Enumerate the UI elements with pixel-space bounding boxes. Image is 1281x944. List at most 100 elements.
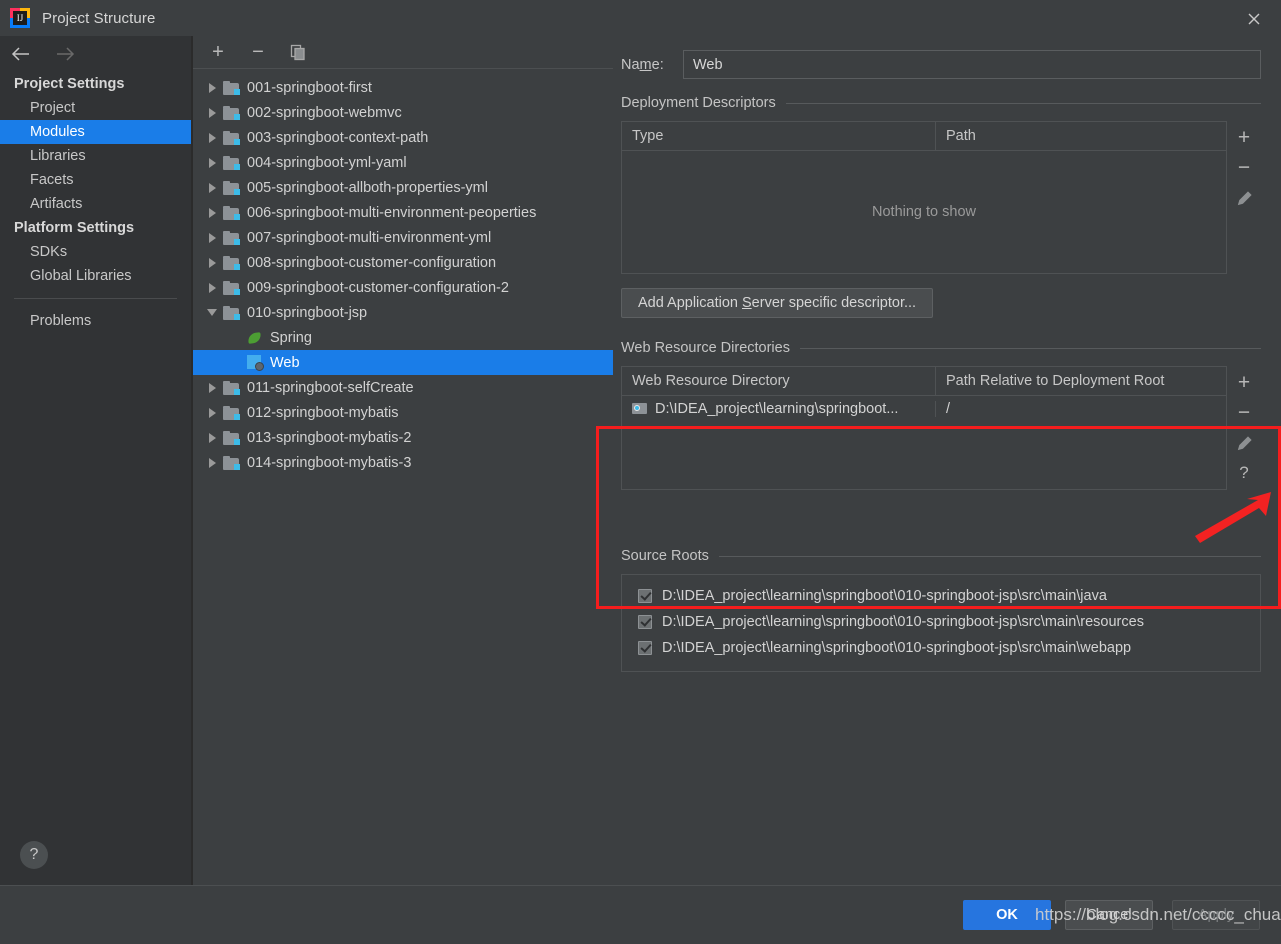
module-name-row: Name: (613, 36, 1281, 79)
deployment-remove-button[interactable]: − (1230, 153, 1258, 183)
help-button[interactable]: ? (20, 841, 48, 869)
web-resource-directory-cell[interactable]: D:\IDEA_project\learning\springboot... (622, 401, 935, 417)
deployment-descriptors-section: Deployment Descriptors Type Path Nothing… (613, 95, 1281, 318)
sidebar-item-artifacts[interactable]: Artifacts (0, 192, 191, 216)
source-root-checkbox[interactable] (638, 615, 652, 629)
web-resource-directories-table[interactable]: Web Resource Directory Path Relative to … (621, 366, 1227, 490)
chevron-right-icon[interactable] (201, 157, 223, 168)
sidebar-nav-arrows (0, 36, 191, 72)
source-root-checkbox[interactable] (638, 589, 652, 603)
tree-row-label: 003-springboot-context-path (247, 129, 429, 146)
module-folder-icon (223, 430, 240, 445)
tree-row-module[interactable]: 013-springboot-mybatis-2 (193, 425, 613, 450)
list-item[interactable]: D:\IDEA_project\learning\springboot\010-… (622, 609, 1260, 635)
web-resource-actions: + − ? (1227, 366, 1261, 490)
source-root-checkbox[interactable] (638, 641, 652, 655)
chevron-right-icon[interactable] (201, 257, 223, 268)
chevron-right-icon[interactable] (201, 132, 223, 143)
chevron-right-icon[interactable] (201, 232, 223, 243)
sidebar-item-sdks[interactable]: SDKs (0, 240, 191, 264)
settings-sidebar: Project Settings Project Modules Librari… (0, 36, 192, 885)
chevron-right-icon[interactable] (201, 107, 223, 118)
tree-row-module[interactable]: 011-springboot-selfCreate (193, 375, 613, 400)
copy-icon[interactable] (287, 41, 309, 63)
table-header-row: Type Path (622, 122, 1226, 151)
intellij-idea-icon: IJ (10, 8, 30, 28)
module-folder-icon (223, 80, 240, 95)
chevron-right-icon[interactable] (201, 382, 223, 393)
sidebar-item-facets[interactable]: Facets (0, 168, 191, 192)
web-resource-help-button[interactable]: ? (1230, 458, 1258, 488)
tree-row-module[interactable]: 009-springboot-customer-configuration-2 (193, 275, 613, 300)
chevron-right-icon[interactable] (201, 182, 223, 193)
folder-web-icon (632, 402, 648, 415)
tree-row-module[interactable]: 006-springboot-multi-environment-peopert… (193, 200, 613, 225)
chevron-down-icon[interactable] (201, 309, 223, 316)
tree-row-facet[interactable]: Web (193, 350, 613, 375)
deployment-add-button[interactable]: + (1230, 123, 1258, 153)
arrow-left-icon[interactable] (10, 43, 32, 65)
close-icon[interactable] (1241, 6, 1267, 32)
web-resource-remove-button[interactable]: − (1230, 398, 1258, 428)
chevron-right-icon[interactable] (201, 207, 223, 218)
edit-pencil-icon[interactable] (1230, 428, 1258, 458)
tree-row-module[interactable]: 012-springboot-mybatis (193, 400, 613, 425)
source-root-path: D:\IDEA_project\learning\springboot\010-… (662, 640, 1132, 656)
tree-row-facet[interactable]: Spring (193, 325, 613, 350)
module-folder-icon (223, 155, 240, 170)
tree-row-module[interactable]: 007-springboot-multi-environment-yml (193, 225, 613, 250)
apply-button[interactable]: Apply (1172, 900, 1260, 930)
remove-module-button[interactable]: − (247, 41, 269, 63)
web-resource-directories-title: Web Resource Directories (621, 340, 790, 356)
sidebar-item-modules[interactable]: Modules (0, 120, 191, 144)
table-row[interactable]: D:\IDEA_project\learning\springboot... / (622, 396, 1226, 421)
tree-row-module[interactable]: 001-springboot-first (193, 75, 613, 100)
tree-row-module[interactable]: 005-springboot-allboth-properties-yml (193, 175, 613, 200)
chevron-right-icon[interactable] (201, 82, 223, 93)
tree-row-module[interactable]: 002-springboot-webmvc (193, 100, 613, 125)
dialog-button-bar: OK Cancel Apply (0, 885, 1281, 944)
cancel-button[interactable]: Cancel (1065, 900, 1153, 930)
add-module-button[interactable]: + (207, 41, 229, 63)
list-item[interactable]: D:\IDEA_project\learning\springboot\010-… (622, 583, 1260, 609)
chevron-right-icon[interactable] (201, 457, 223, 468)
source-roots-list: D:\IDEA_project\learning\springboot\010-… (621, 574, 1261, 672)
table-header-row: Web Resource Directory Path Relative to … (622, 367, 1226, 396)
chevron-right-icon[interactable] (201, 432, 223, 443)
deployment-descriptors-table[interactable]: Type Path Nothing to show (621, 121, 1227, 274)
column-header-web-resource-directory[interactable]: Web Resource Directory (622, 367, 935, 395)
tree-row-module[interactable]: 008-springboot-customer-configuration (193, 250, 613, 275)
module-folder-icon (223, 305, 240, 320)
deployment-empty-message: Nothing to show (872, 204, 976, 220)
chevron-right-icon[interactable] (201, 407, 223, 418)
edit-pencil-icon[interactable] (1230, 183, 1258, 213)
web-resource-add-button[interactable]: + (1230, 368, 1258, 398)
window-titlebar: IJ Project Structure (0, 0, 1281, 36)
tree-row-module[interactable]: 014-springboot-mybatis-3 (193, 450, 613, 475)
tree-row-module[interactable]: 010-springboot-jsp (193, 300, 613, 325)
tree-row-label: 006-springboot-multi-environment-peopert… (247, 204, 537, 221)
column-header-path[interactable]: Path (935, 122, 1226, 150)
module-folder-icon (223, 105, 240, 120)
tree-row-module[interactable]: 004-springboot-yml-yaml (193, 150, 613, 175)
module-tree-panel: + − 001-springboot-first 002-springboot-w… (193, 36, 613, 885)
column-header-type[interactable]: Type (622, 122, 935, 150)
tree-row-label: 012-springboot-mybatis (247, 404, 399, 421)
add-application-server-descriptor-button[interactable]: Add Application Server specific descript… (621, 288, 934, 318)
module-tree-list[interactable]: 001-springboot-first 002-springboot-webmv… (193, 69, 613, 475)
sidebar-group-platform-settings: Platform Settings (14, 220, 135, 236)
ok-button[interactable]: OK (963, 900, 1051, 930)
window-title: Project Structure (42, 9, 156, 27)
module-name-input[interactable] (683, 50, 1261, 79)
tree-row-module[interactable]: 003-springboot-context-path (193, 125, 613, 150)
sidebar-item-project[interactable]: Project (0, 96, 191, 120)
sidebar-item-global-libraries[interactable]: Global Libraries (0, 264, 191, 288)
list-item[interactable]: D:\IDEA_project\learning\springboot\010-… (622, 635, 1260, 661)
chevron-right-icon[interactable] (201, 282, 223, 293)
deployment-actions: + − (1227, 121, 1261, 274)
arrow-right-icon[interactable] (54, 43, 76, 65)
relative-path-cell[interactable]: / (935, 400, 1226, 417)
column-header-path-relative[interactable]: Path Relative to Deployment Root (935, 367, 1226, 395)
sidebar-item-problems[interactable]: Problems (0, 309, 191, 333)
sidebar-item-libraries[interactable]: Libraries (0, 144, 191, 168)
